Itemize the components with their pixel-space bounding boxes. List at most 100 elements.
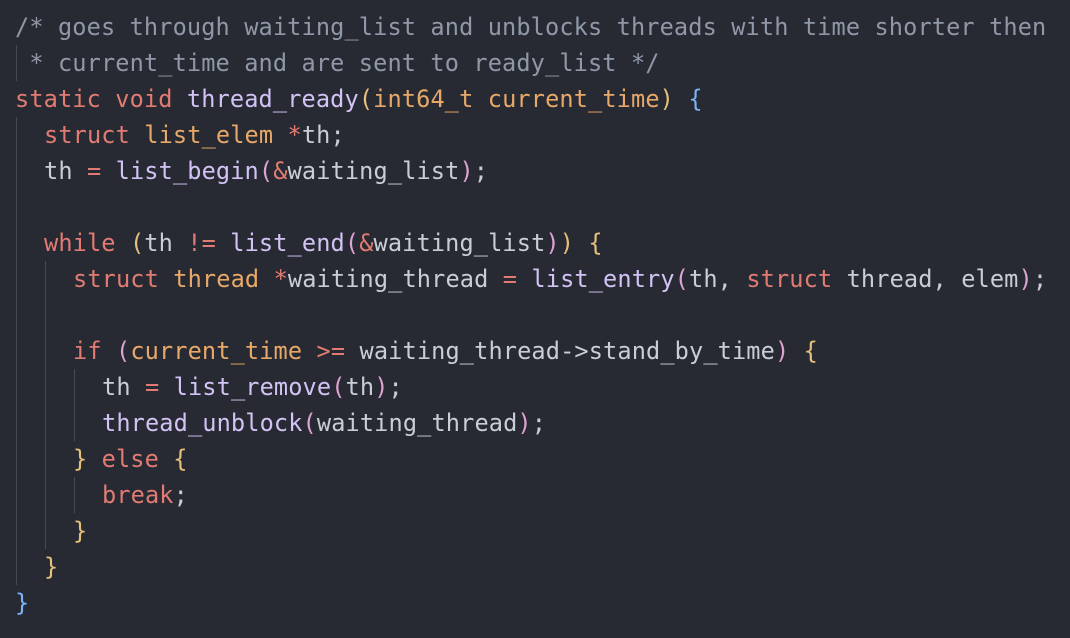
- code-token: {: [173, 445, 188, 473]
- code-line[interactable]: * current_time and are sent to ready_lis…: [0, 45, 1070, 81]
- indent-guide: [74, 369, 75, 405]
- indent-guide: [45, 333, 46, 369]
- code-token: * current_time and are sent to ready_lis…: [15, 49, 660, 77]
- code-token: waiting_list: [287, 157, 460, 185]
- indent-guide: [45, 369, 46, 405]
- code-token: }: [73, 517, 88, 545]
- code-line[interactable]: [0, 297, 1070, 333]
- code-token: ): [459, 157, 474, 185]
- code-token: th: [689, 265, 718, 293]
- code-token: break: [102, 481, 174, 509]
- code-token: ;: [388, 373, 403, 401]
- code-token: current_time: [130, 337, 303, 365]
- code-line[interactable]: while (th != list_end(&waiting_list)) {: [0, 225, 1070, 261]
- code-token: ): [1018, 265, 1033, 293]
- code-token: ): [517, 409, 532, 437]
- indent-guide: [45, 513, 46, 549]
- code-token: ,: [932, 265, 947, 293]
- code-token: waiting_thread: [316, 409, 518, 437]
- code-editor[interactable]: /* goes through waiting_list and unblock…: [0, 0, 1070, 638]
- indent-guide: [16, 405, 17, 441]
- code-line[interactable]: [0, 189, 1070, 225]
- code-token: *: [287, 121, 302, 149]
- code-token: thread_ready: [186, 85, 359, 113]
- code-token: ): [559, 229, 575, 257]
- code-line[interactable]: struct thread *waiting_thread = list_ent…: [0, 261, 1070, 297]
- code-token: (: [344, 229, 360, 257]
- code-token: ;: [1032, 265, 1048, 293]
- code-line-content: [15, 301, 73, 329]
- code-token: =: [502, 265, 518, 293]
- code-line-content: }: [15, 553, 58, 581]
- code-token: waiting_thread->stand_by_time: [359, 337, 775, 365]
- code-line[interactable]: } else {: [0, 441, 1070, 477]
- code-line[interactable]: thread_unblock(waiting_thread);: [0, 405, 1070, 441]
- code-line-content: }: [15, 517, 87, 545]
- code-token: ): [659, 85, 674, 113]
- code-token: (: [674, 265, 689, 293]
- code-line-content: struct thread *waiting_thread = list_ent…: [15, 265, 1047, 293]
- code-token: /* goes through waiting_list and unblock…: [15, 13, 1047, 41]
- code-token: thread: [173, 265, 260, 293]
- code-line[interactable]: struct list_elem *th;: [0, 117, 1070, 153]
- indent-guide: [45, 441, 46, 477]
- indent-guide: [74, 405, 75, 441]
- code-token: void: [115, 85, 173, 113]
- indent-guide: [16, 153, 17, 189]
- code-line[interactable]: /* goes through waiting_list and unblock…: [0, 9, 1070, 45]
- code-line[interactable]: break;: [0, 477, 1070, 513]
- indent-guide: [45, 261, 46, 297]
- code-line-content: struct list_elem *th;: [15, 121, 345, 149]
- code-line[interactable]: }: [0, 585, 1070, 621]
- code-line[interactable]: th = list_begin(&waiting_list);: [0, 153, 1070, 189]
- code-token: th: [144, 229, 173, 257]
- code-token: int64_t: [373, 85, 474, 113]
- code-line-content: break;: [15, 481, 188, 509]
- code-token: ;: [330, 121, 345, 149]
- code-line-content: th = list_begin(&waiting_list);: [15, 157, 488, 185]
- indent-guide: [16, 261, 17, 297]
- code-token: (: [258, 157, 274, 185]
- code-line-content: thread_unblock(waiting_thread);: [15, 409, 546, 437]
- code-token: if: [73, 337, 102, 365]
- code-token: =: [86, 157, 102, 185]
- code-token: th: [102, 373, 131, 401]
- code-token: list_entry: [531, 265, 675, 293]
- indent-guide: [16, 189, 17, 225]
- indent-guide: [45, 297, 46, 333]
- code-token: ,: [717, 265, 732, 293]
- code-line-content: if (current_time >= waiting_thread->stan…: [15, 337, 818, 365]
- code-token: thread: [846, 265, 933, 293]
- indent-guide: [16, 225, 17, 261]
- code-line[interactable]: static void thread_ready(int64_t current…: [0, 81, 1070, 117]
- code-token: list_elem: [144, 121, 274, 149]
- code-token: list_begin: [115, 157, 259, 185]
- code-line[interactable]: th = list_remove(th);: [0, 369, 1070, 405]
- code-token: {: [588, 229, 603, 257]
- code-line-content: }: [15, 589, 29, 617]
- indent-guide: [16, 441, 17, 477]
- code-token: (: [302, 409, 317, 437]
- code-line[interactable]: }: [0, 513, 1070, 549]
- code-token: (: [115, 337, 131, 365]
- code-line[interactable]: }: [0, 549, 1070, 585]
- code-line-content: /* goes through waiting_list and unblock…: [15, 13, 1046, 41]
- indent-guide: [16, 297, 17, 333]
- indent-guide: [16, 369, 17, 405]
- code-token: }: [15, 589, 30, 617]
- code-line[interactable]: if (current_time >= waiting_thread->stan…: [0, 333, 1070, 369]
